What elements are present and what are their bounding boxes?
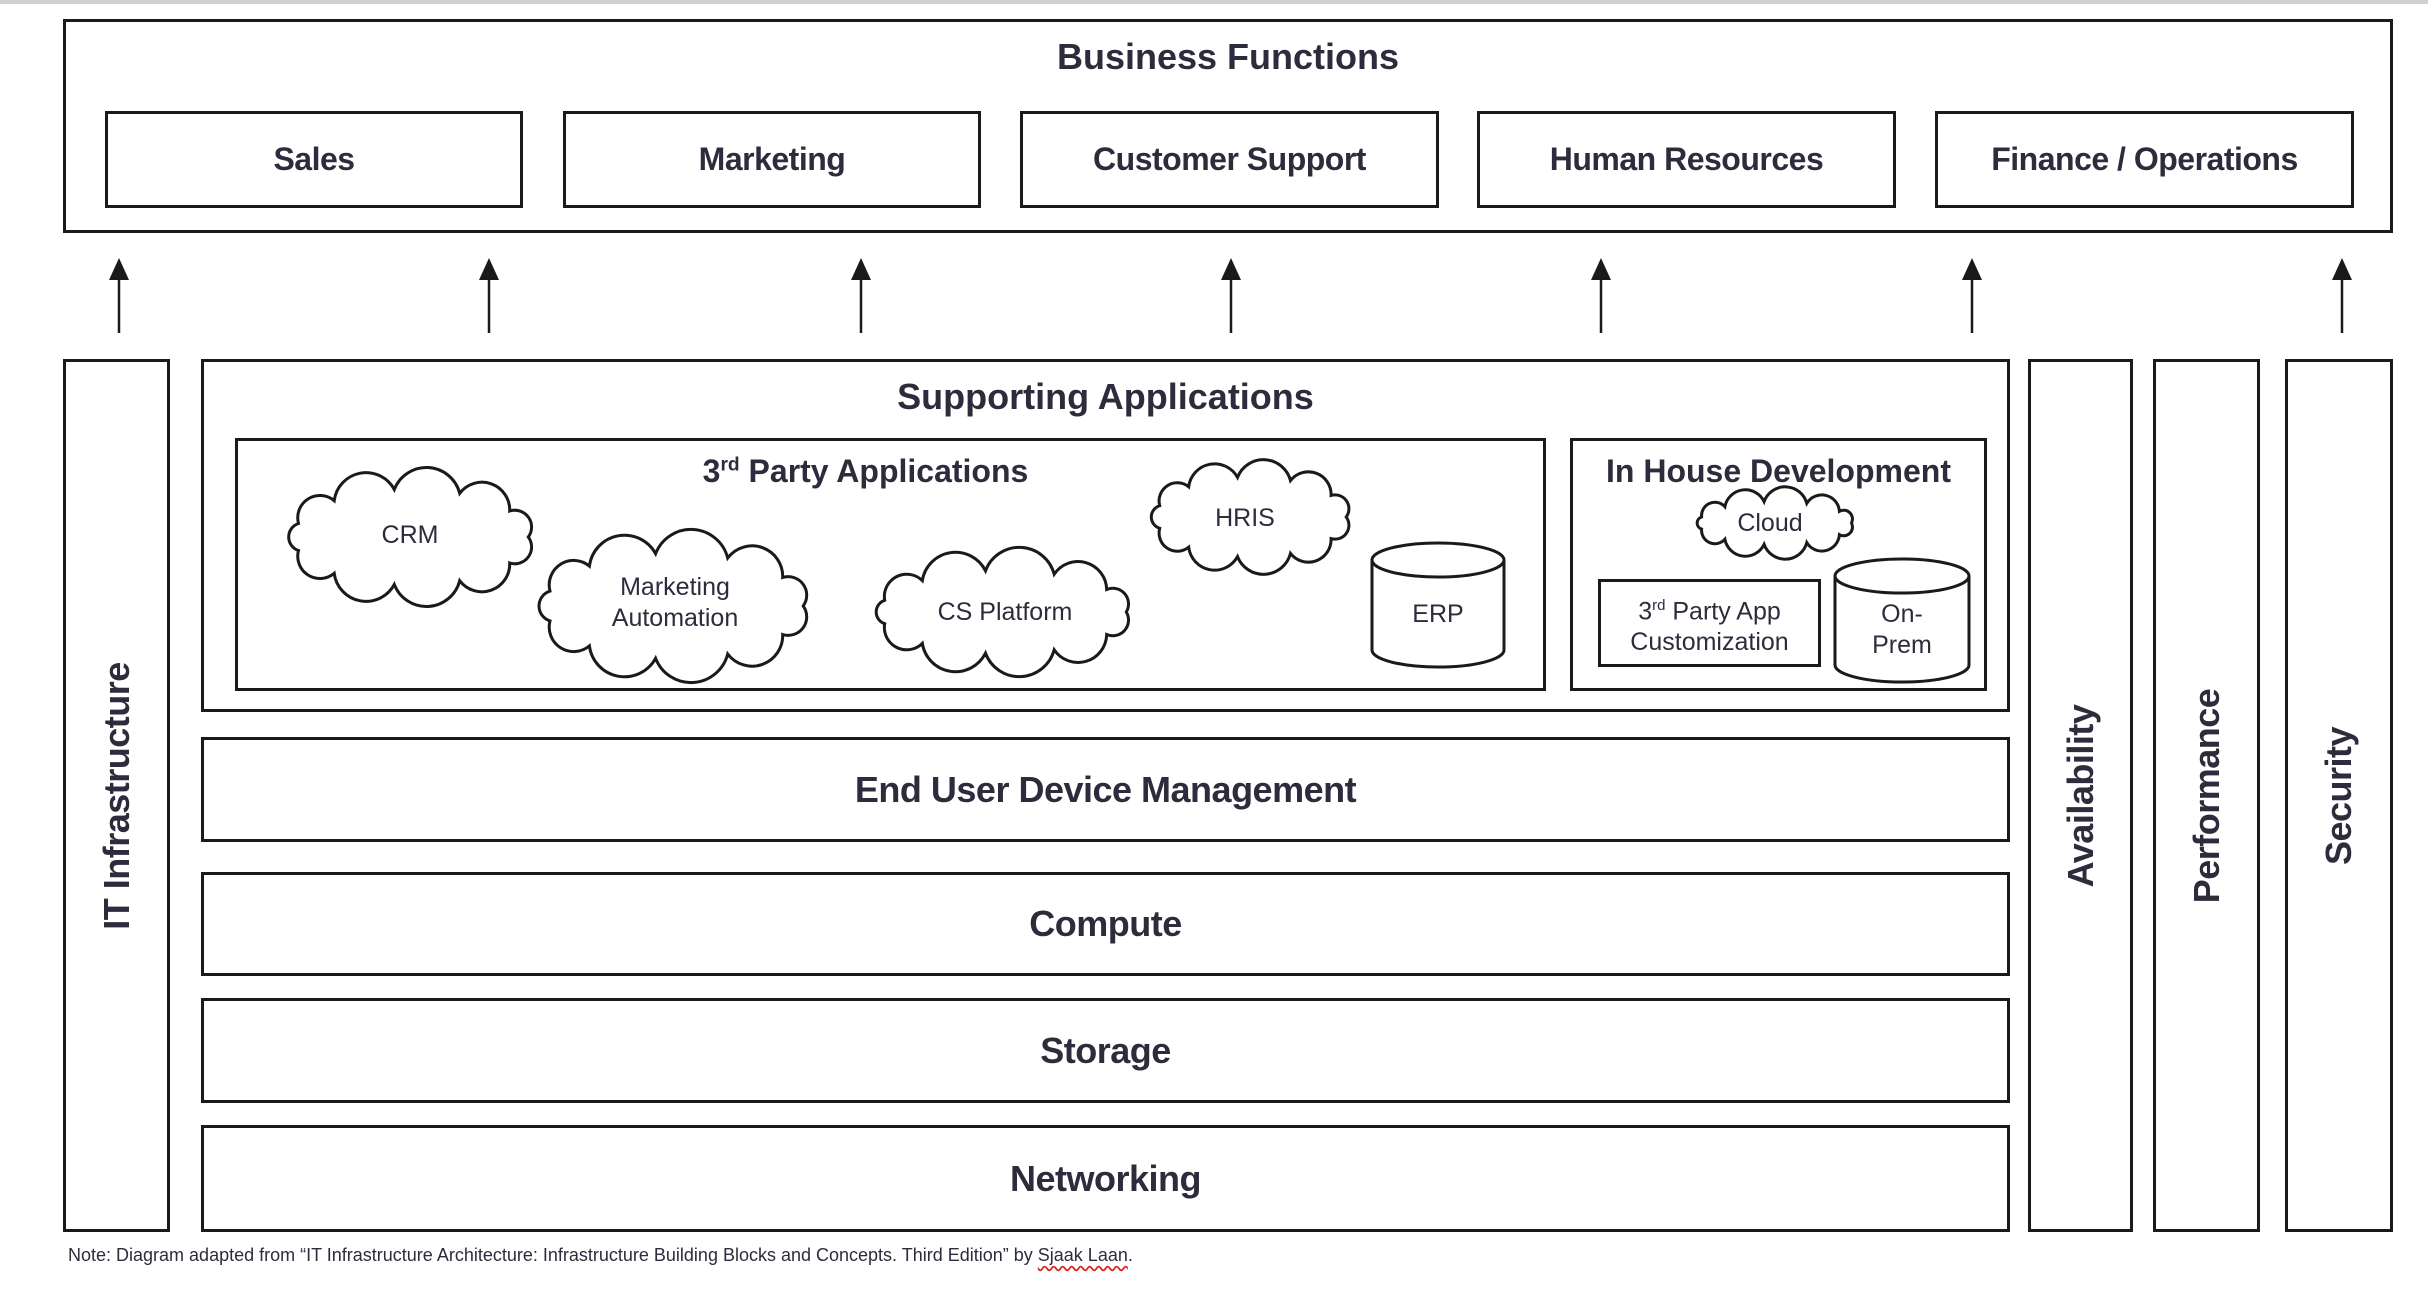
layer-label: Storage <box>1040 1029 1171 1071</box>
layer-end-user-device-management: End User Device Management <box>201 737 2010 842</box>
performance-label: Performance <box>2185 688 2227 903</box>
layer-storage: Storage <box>201 998 2010 1103</box>
on-prem-label: On- Prem <box>1872 600 1932 659</box>
cloud-label-marketing-automation: Marketing Automation <box>611 573 739 632</box>
layer-label: End User Device Management <box>854 768 1357 810</box>
cloud-label-hris: HRIS <box>1215 504 1275 532</box>
layer-compute: Compute <box>201 872 2010 976</box>
layer-label: Compute <box>1029 903 1182 944</box>
security-label: Security <box>2318 726 2359 865</box>
layer-label: Networking <box>1009 1157 1202 1199</box>
cloud-label-cs-platform: CS Platform <box>937 598 1073 626</box>
security-column: Security <box>2285 359 2393 1232</box>
source-note: Note: Diagram adapted from “IT Infrastru… <box>68 1245 1133 1265</box>
erp-label: ERP <box>1412 600 1464 628</box>
layer-networking: Networking <box>201 1125 2010 1232</box>
cloud-label-cloud: Cloud <box>1737 509 1803 537</box>
availability-column: Availability <box>2028 359 2133 1232</box>
author-name: Sjaak Laan <box>1037 1245 1128 1265</box>
third-party-app-customization-box: 3rd Party App Customization <box>1598 579 1821 667</box>
availability-label: Availability <box>2059 704 2101 887</box>
cloud-label-crm: CRM <box>381 521 439 549</box>
performance-column: Performance <box>2153 359 2260 1232</box>
